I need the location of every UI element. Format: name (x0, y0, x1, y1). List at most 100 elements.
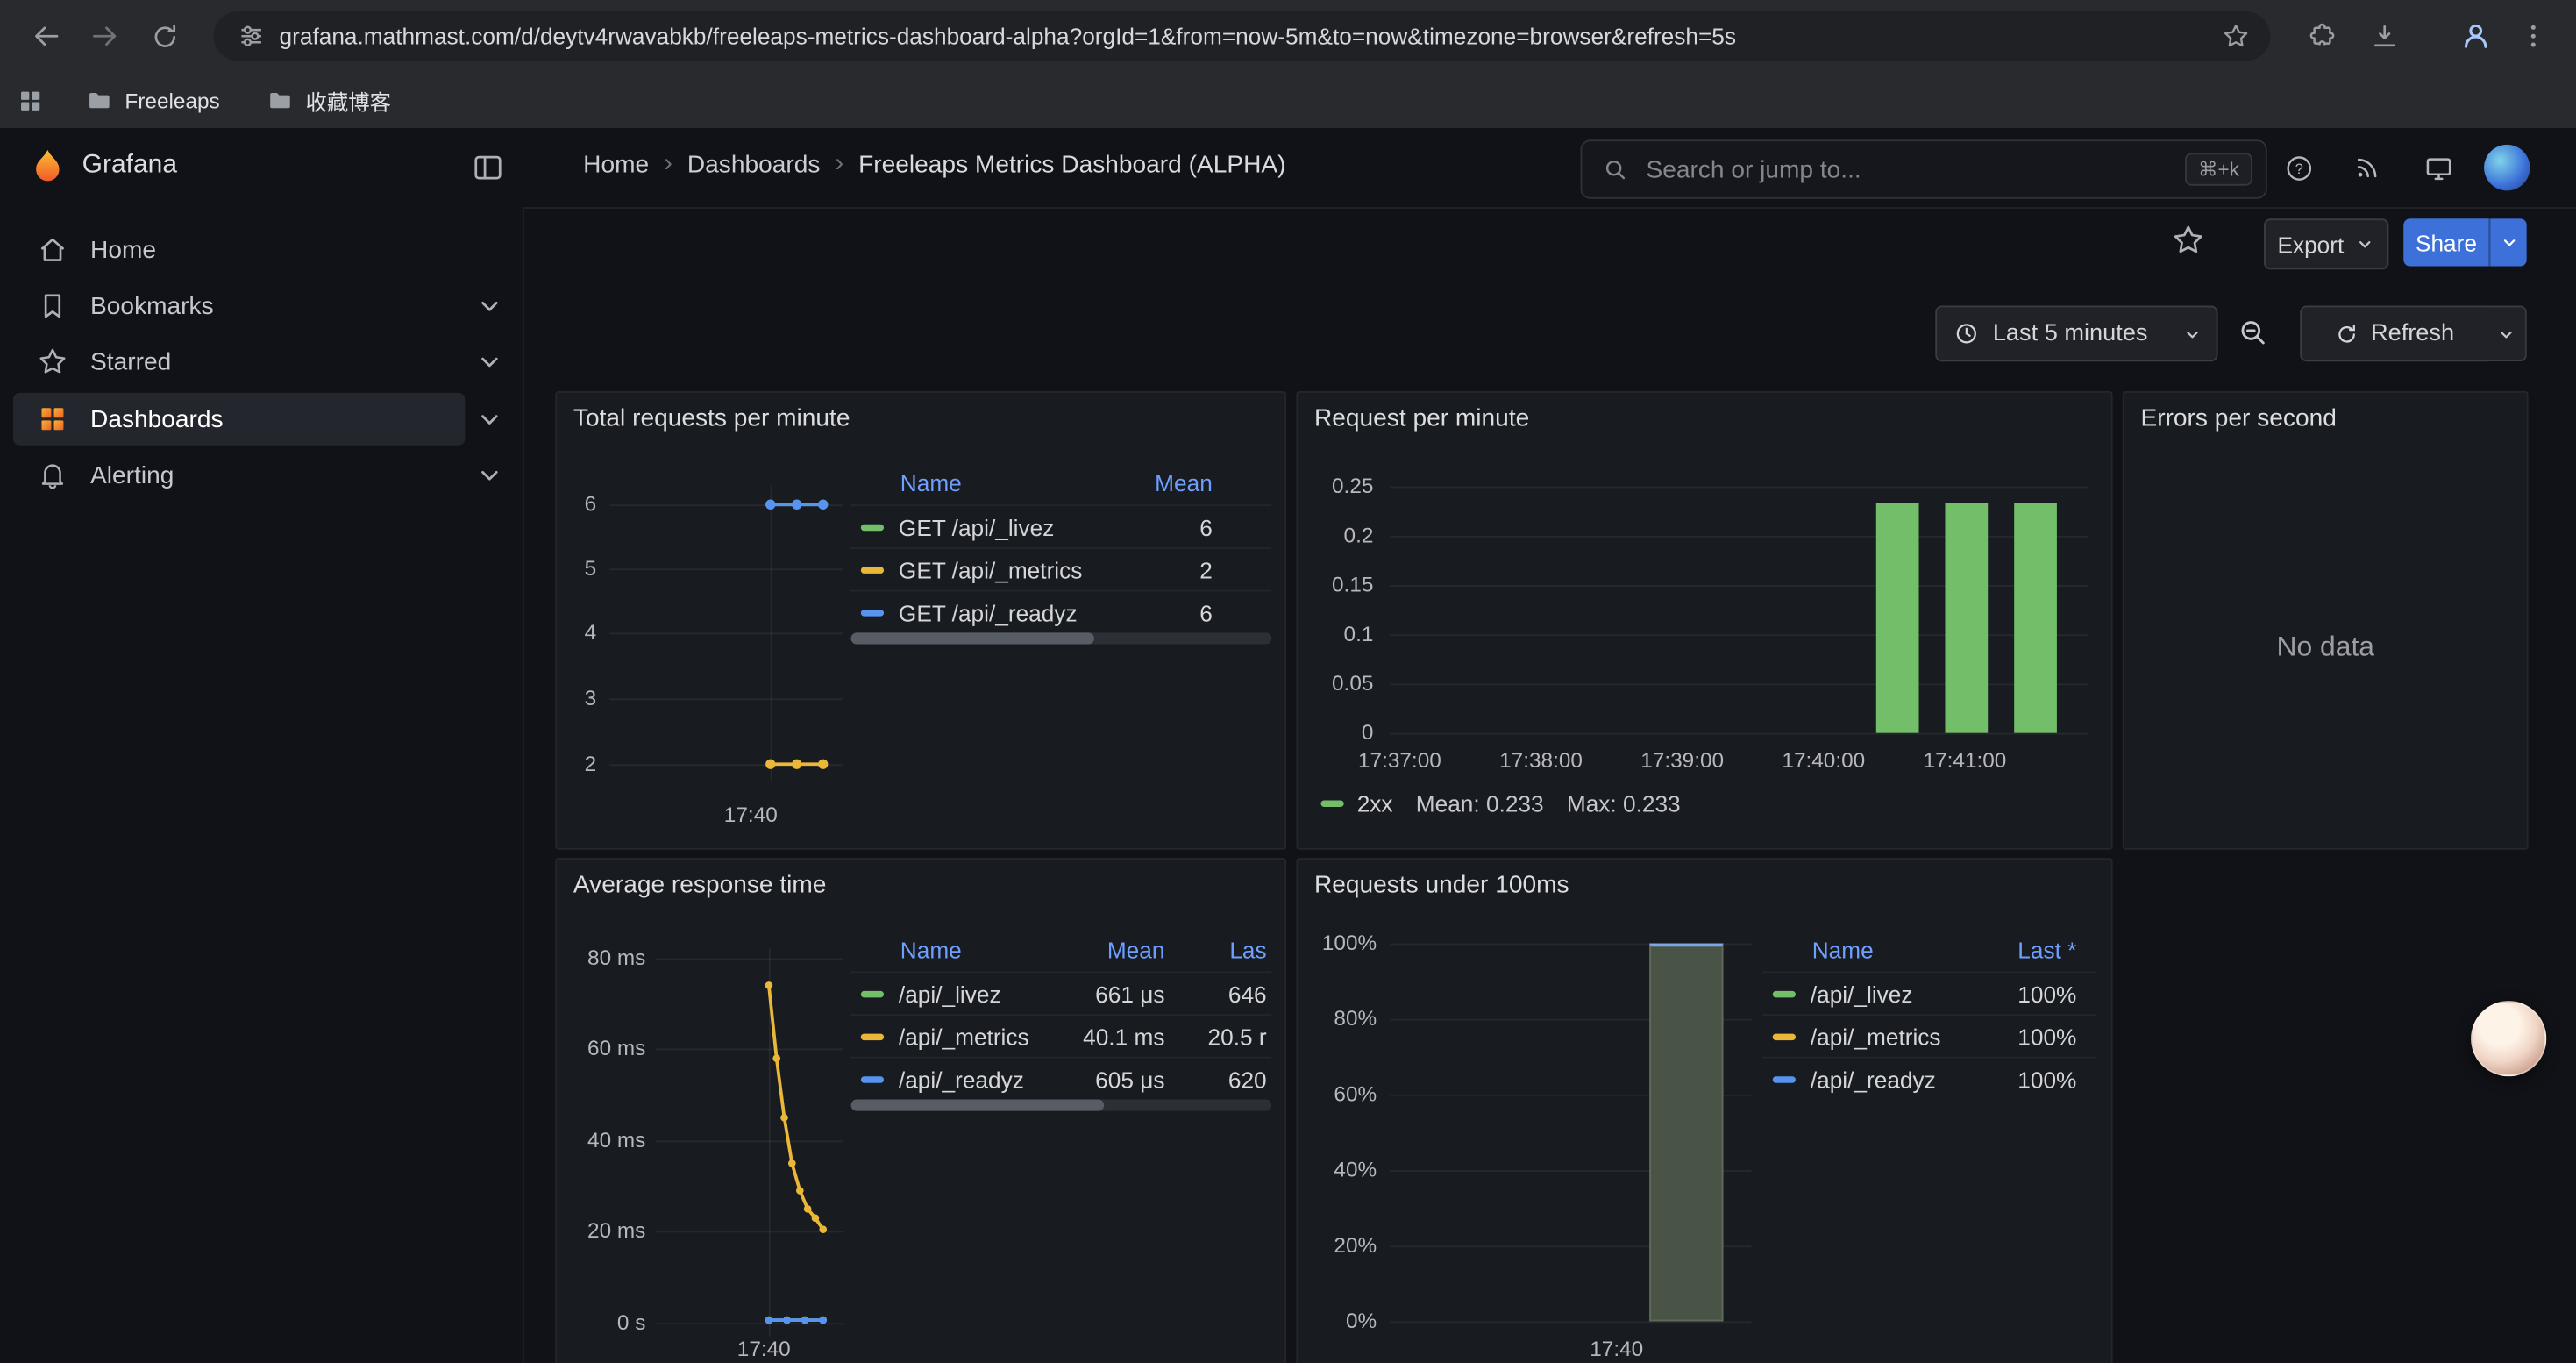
column-header-name[interactable]: Name (851, 470, 1114, 496)
column-header-name[interactable]: Name (1763, 937, 1978, 963)
grafana-logo[interactable] (26, 146, 69, 189)
news-button[interactable] (2345, 145, 2390, 190)
series-mean: 6 (1114, 514, 1212, 540)
y-axis-label: 60% (1298, 1080, 1377, 1110)
sidebar-item-home[interactable]: Home (13, 224, 465, 276)
chart-legend[interactable]: 2xx Mean: 0.233 Max: 0.233 (1320, 790, 1680, 817)
monitor-icon (2423, 152, 2454, 183)
sidebar-toggle-button[interactable] (470, 150, 506, 186)
table-row[interactable]: /api/_readyz 100% (1763, 1057, 2096, 1100)
bookmark-folder-freeleaps[interactable]: Freeleaps (85, 72, 219, 128)
chevron-down-icon[interactable] (473, 403, 506, 435)
column-header-mean[interactable]: Mean (1114, 470, 1212, 496)
table-row[interactable]: GET /api/_metrics 2 (851, 547, 1272, 590)
series-name[interactable]: 2xx (1357, 790, 1393, 817)
x-axis-label: 17:38:00 (1484, 748, 1598, 774)
browser-menu-button[interactable] (2510, 13, 2556, 59)
column-header-last[interactable]: Las (1164, 937, 1266, 963)
series-name[interactable]: GET /api/_metrics (899, 556, 1082, 582)
assistant-avatar[interactable] (2471, 1001, 2546, 1076)
table-row[interactable]: /api/_livez 661 μs 646 (851, 971, 1272, 1014)
extensions-button[interactable] (2298, 13, 2344, 59)
column-header-last[interactable]: Last * (1978, 937, 2076, 963)
series-name[interactable]: /api/_metrics (1811, 1023, 1941, 1049)
breadcrumb-home[interactable]: Home (583, 150, 649, 178)
panel-title: Errors per second (2140, 404, 2336, 432)
breadcrumb-dashboards[interactable]: Dashboards (687, 150, 821, 178)
display-button[interactable] (2415, 145, 2460, 190)
forward-icon (89, 19, 121, 52)
series-name[interactable]: /api/_livez (1811, 981, 1913, 1007)
bookmark-star-icon[interactable] (2221, 21, 2251, 51)
series-name[interactable]: /api/_metrics (899, 1023, 1029, 1049)
column-header-name[interactable]: Name (851, 937, 1057, 963)
reload-button[interactable] (141, 13, 187, 59)
panel-request-per-minute[interactable]: Request per minute 2xx Mean: 0.233 Max: … (1296, 391, 2112, 850)
x-axis-label: 17:37:00 (1342, 748, 1457, 774)
table-row[interactable]: GET /api/_readyz 6 (851, 590, 1272, 633)
chevron-down-icon[interactable] (473, 459, 506, 491)
table-row[interactable]: /api/_livez 100% (1763, 971, 2096, 1014)
table-row[interactable]: GET /api/_livez 6 (851, 504, 1272, 547)
scrollbar-thumb[interactable] (851, 1100, 1104, 1111)
search-box[interactable]: ⌘+k (1581, 139, 2267, 198)
series-name[interactable]: /api/_readyz (1811, 1066, 1936, 1092)
forward-button[interactable] (82, 13, 128, 59)
back-button[interactable] (23, 13, 68, 59)
site-settings-icon[interactable] (237, 21, 267, 51)
legend-table: Name Mean GET /api/_livez 6 GET /api/_me… (851, 462, 1272, 633)
table-row[interactable]: /api/_metrics 40.1 ms 20.5 r (851, 1014, 1272, 1057)
legend-table: Name Mean Las /api/_livez 661 μs 646 /ap… (851, 929, 1272, 1100)
panel-requests-under-100ms[interactable]: Requests under 100ms Name Last * /api/_l… (1296, 858, 2112, 1363)
sidebar-item-dashboards[interactable]: Dashboards (13, 393, 465, 446)
table-scrollbar[interactable] (851, 632, 1272, 644)
series-name[interactable]: /api/_livez (899, 981, 1001, 1007)
column-header-mean[interactable]: Mean (1057, 937, 1165, 963)
favorite-dashboard-button[interactable] (2170, 222, 2206, 258)
table-row[interactable]: /api/_metrics 100% (1763, 1014, 2096, 1057)
grafana-header: Grafana Home › Dashboards › Freeleaps Me… (0, 128, 2576, 209)
share-menu-button[interactable] (2489, 218, 2527, 266)
address-bar[interactable]: grafana.mathmast.com/d/deytv4rwavabkb/fr… (214, 11, 2271, 61)
y-axis-label: 60 ms (557, 1034, 645, 1064)
series-name[interactable]: /api/_readyz (899, 1066, 1024, 1092)
table-scrollbar[interactable] (851, 1100, 1272, 1111)
chevron-down-icon[interactable] (473, 345, 506, 377)
sidebar-item-label: Starred (90, 347, 171, 375)
scrollbar-thumb[interactable] (851, 632, 1095, 644)
series-last: 100% (1978, 981, 2076, 1007)
series-name[interactable]: GET /api/_readyz (899, 599, 1078, 625)
panel-total-requests[interactable]: Total requests per minute Name Mean GET … (555, 391, 1286, 850)
time-range-picker[interactable]: Last 5 minutes (1935, 306, 2217, 362)
search-input[interactable] (1643, 153, 2185, 185)
table-row[interactable]: /api/_readyz 605 μs 620 (851, 1057, 1272, 1100)
help-button[interactable]: ? (2275, 145, 2321, 190)
user-avatar[interactable] (2484, 145, 2530, 190)
export-label: Export (2277, 231, 2344, 257)
chevron-down-icon (2498, 232, 2519, 253)
y-axis-label: 0% (1298, 1307, 1377, 1337)
share-button[interactable]: Share (2403, 218, 2488, 266)
refresh-interval-button[interactable] (2486, 306, 2527, 362)
chevron-down-icon[interactable] (473, 289, 506, 322)
profile-button[interactable] (2452, 13, 2498, 59)
dashboards-icon (36, 403, 68, 435)
refresh-button[interactable]: Refresh (2300, 306, 2488, 362)
sidebar-item-starred[interactable]: Starred (13, 335, 465, 388)
panel-errors-per-second[interactable]: Errors per second No data (2123, 391, 2529, 850)
series-name[interactable]: GET /api/_livez (899, 514, 1054, 540)
sidebar-item-bookmarks[interactable]: Bookmarks (13, 280, 465, 332)
sidebar-item-alerting[interactable]: Alerting (13, 449, 465, 502)
panel-avg-response-time[interactable]: Average response time Name Mean Las /api… (555, 858, 1286, 1363)
bookmark-label: Freeleaps (125, 88, 219, 112)
downloads-button[interactable] (2361, 13, 2407, 59)
series-color-dash (1773, 990, 1796, 996)
bookmark-folder-blogs[interactable]: 收藏博客 (267, 72, 391, 128)
export-button[interactable]: Export (2264, 218, 2388, 269)
y-axis-label: 3 (557, 683, 596, 713)
series-color-dash (861, 990, 884, 996)
y-axis-label: 0.15 (1298, 570, 1373, 600)
apps-shortcut[interactable] (17, 72, 45, 128)
series-last: 646 (1164, 981, 1266, 1007)
zoom-out-button[interactable] (2236, 316, 2268, 348)
